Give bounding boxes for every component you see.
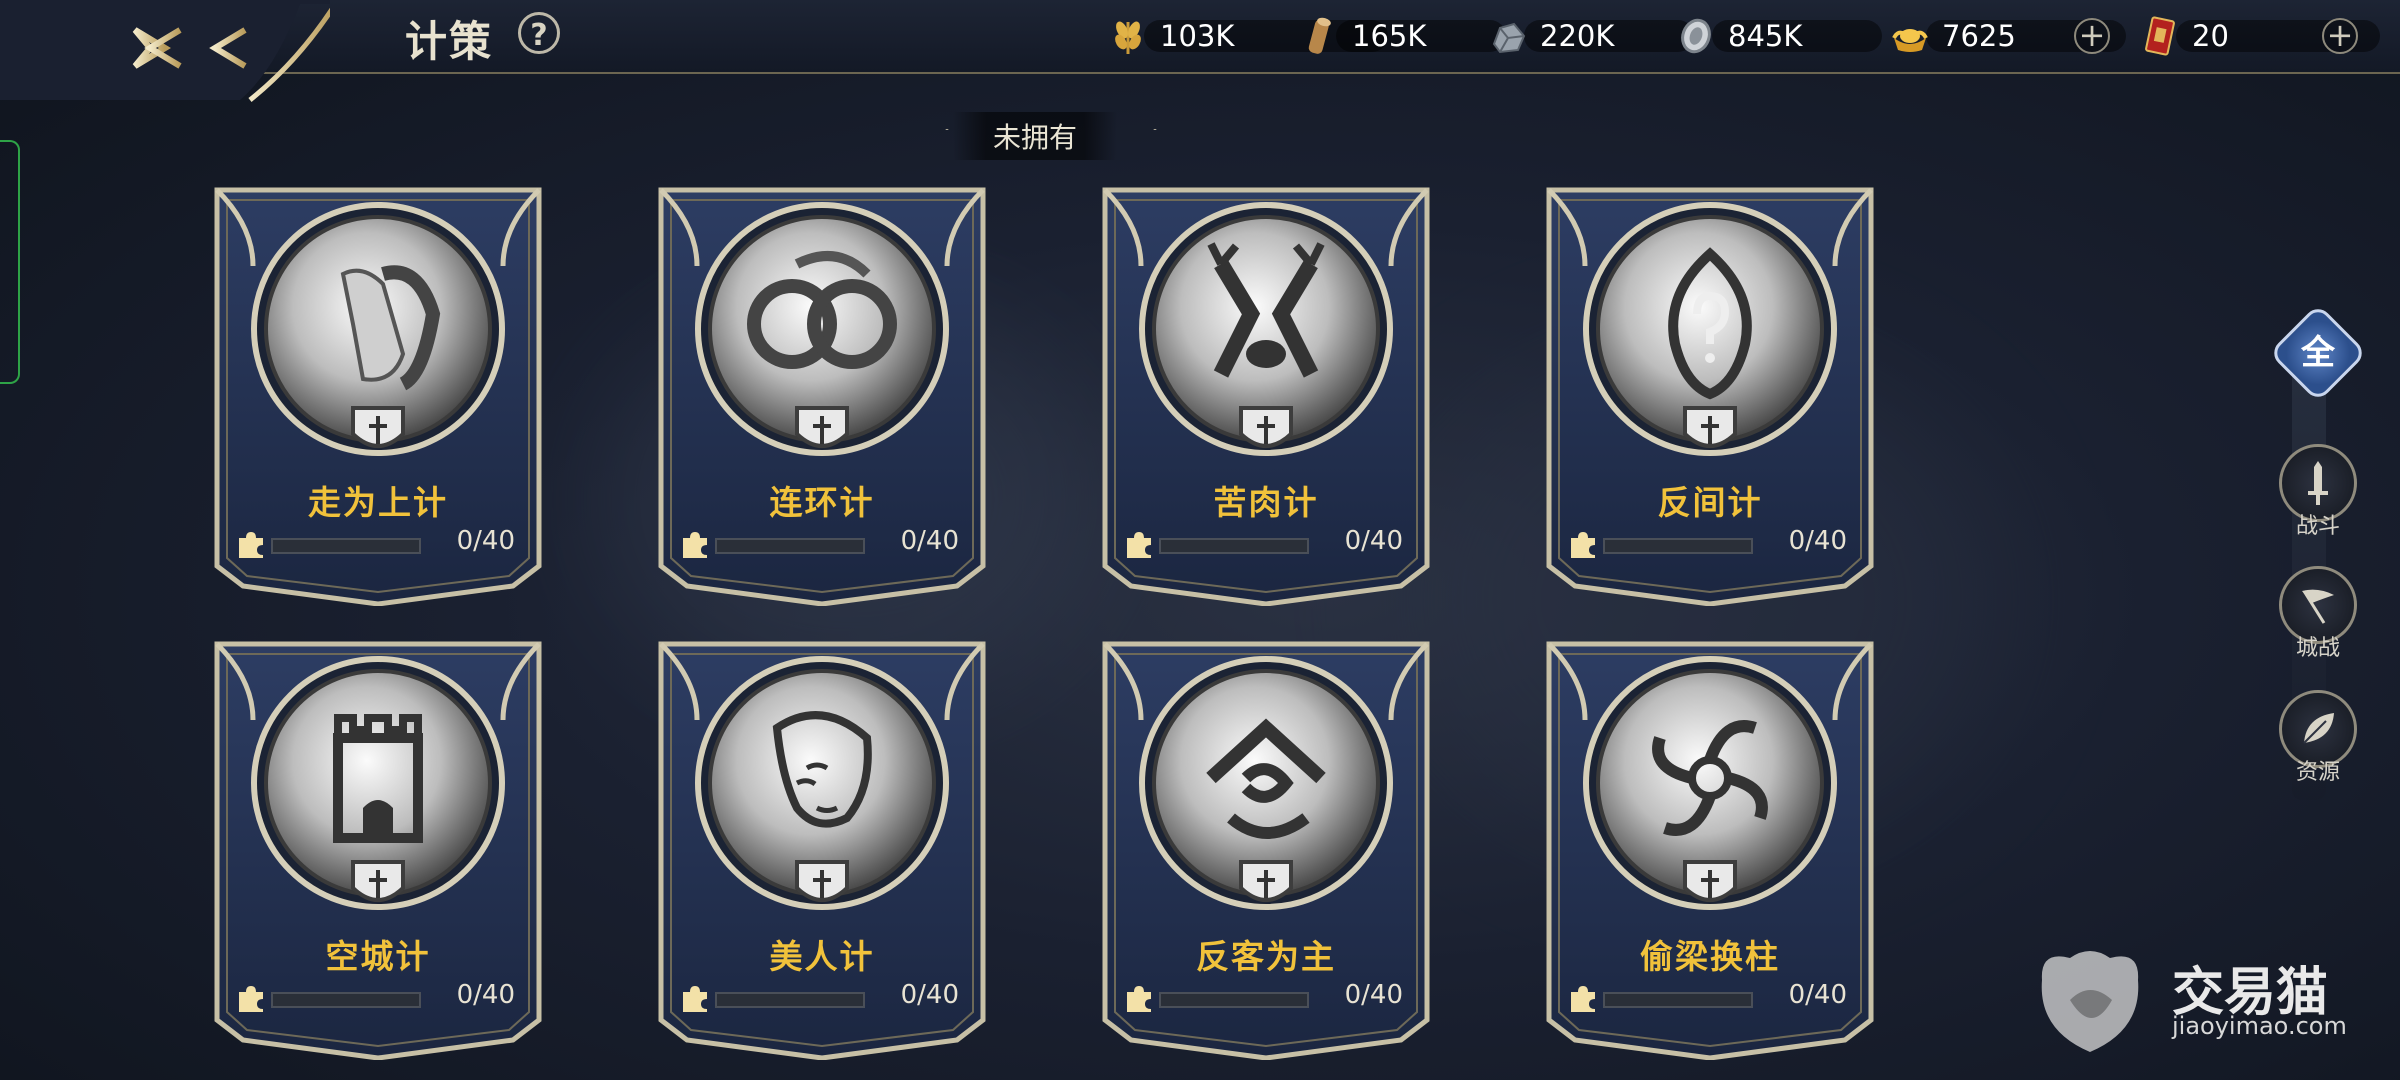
left-edge-handle[interactable] [0,140,20,384]
stratagem-card[interactable]: 苦肉计 0/40 [1101,186,1431,606]
progress-count: 0/40 [1788,526,1847,556]
red-card-icon [2145,16,2175,56]
puzzle-piece-icon [683,986,707,1012]
stratagem-card[interactable]: 反客为主 0/40 [1101,640,1431,1060]
section-header: 未拥有 [0,112,2070,160]
wood-icon [1308,17,1331,54]
puzzle-piece-icon [1571,986,1595,1012]
progress-count: 0/40 [1344,526,1403,556]
grain-icon [1115,21,1141,54]
filter-tab-all-label: 全 [2301,333,2335,373]
stratagem-card[interactable]: 空城计 0/40 [213,640,543,1060]
stratagem-name: 连环计 [769,483,875,522]
resource-wood: 165K [1300,16,1506,56]
filter-tab-battle-label: 战斗 [2295,514,2340,539]
wood-value: 165K [1352,19,1427,53]
puzzle-piece-icon [1127,532,1151,558]
progress-bar [271,992,421,1008]
back-button[interactable] [0,0,341,104]
stratagem-name: 苦肉计 [1213,483,1319,522]
gold-value: 7625 [1942,19,2016,53]
stratagem-name: 偷梁换柱 [1640,937,1780,976]
progress-bar [271,538,421,554]
progress-count: 0/40 [456,980,515,1010]
filter-tab-all[interactable]: 全 [2268,303,2368,403]
silver-icon [1681,18,1711,54]
stratagem-card[interactable]: 美人计 0/40 [657,640,987,1060]
stratagem-card[interactable]: 走为上计 0/40 [213,186,543,606]
progress-count: 0/40 [456,526,515,556]
stratagem-card[interactable]: 反间计 0/40 [1545,186,1875,606]
progress-count: 0/40 [1788,980,1847,1010]
progress-bar [1603,538,1753,554]
stratagem-name: 反客为主 [1196,937,1336,976]
help-button[interactable]: ? [518,12,560,54]
progress-bar [715,538,865,554]
filter-tab-battle[interactable]: 战斗 [2276,444,2360,540]
add-gold-button[interactable]: + [2074,18,2110,54]
puzzle-piece-icon [239,986,263,1012]
resource-card: 20 [2140,16,2380,56]
page-title: 计策 [405,17,494,66]
filter-tab-siege[interactable]: 城战 [2276,566,2360,662]
progress-bar [1159,992,1309,1008]
grain-value: 103K [1160,19,1235,53]
resource-gold: 7625 [1890,16,2126,56]
progress-bar [715,992,865,1008]
progress-bar [1603,992,1753,1008]
stratagem-name: 美人计 [769,937,875,976]
back-arrow-icon [0,0,341,102]
stratagem-card[interactable]: 连环计 0/40 [657,186,987,606]
stratagem-card[interactable]: 偷梁换柱 0/40 [1545,640,1875,1060]
puzzle-piece-icon [683,532,707,558]
filter-tab-resource-label: 资源 [2295,760,2340,785]
progress-count: 0/40 [1344,980,1403,1010]
puzzle-piece-icon [1127,986,1151,1012]
filter-tab-resource[interactable]: 资源 [2276,690,2360,786]
section-label: 未拥有 [952,112,1117,160]
stone-value: 220K [1540,19,1615,53]
progress-count: 0/40 [900,980,959,1010]
resource-stone: 220K [1488,16,1694,56]
puzzle-piece-icon [1571,532,1595,558]
stone-icon [1492,22,1526,54]
stratagem-name: 反间计 [1657,483,1763,522]
progress-count: 0/40 [900,526,959,556]
resource-grain: 103K [1108,16,1388,56]
resource-silver: 845K [1676,16,1882,56]
card-value: 20 [2192,19,2229,53]
filter-tab-siege-label: 城战 [2295,636,2340,661]
stratagem-name: 空城计 [325,937,431,976]
stratagem-name: 走为上计 [308,483,448,522]
puzzle-piece-icon [239,532,263,558]
add-card-button[interactable]: + [2322,18,2358,54]
gold-ingot-icon [1892,29,1928,52]
silver-value: 845K [1728,19,1803,53]
watermark-url: jiaoyimao.com [2172,1012,2347,1040]
progress-bar [1159,538,1309,554]
